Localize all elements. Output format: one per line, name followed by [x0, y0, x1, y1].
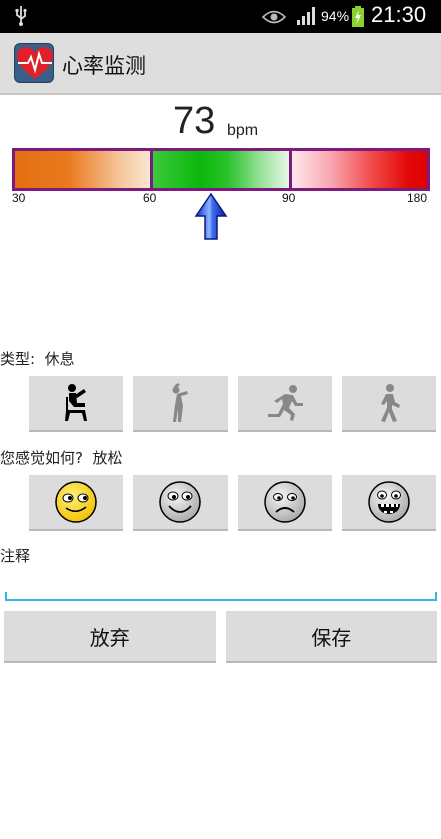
- note-label: 注释: [0, 547, 31, 565]
- battery-percent: 94%: [321, 8, 350, 24]
- feeling-sad-button[interactable]: [237, 475, 332, 531]
- happy-face-icon: [159, 481, 202, 523]
- sitting-person-icon: [65, 384, 88, 421]
- heart-rate-unit: bpm: [227, 122, 259, 139]
- activity-label: 类型: 休息: [0, 348, 75, 369]
- gauge-zone-high: [291, 151, 427, 188]
- activity-run-button[interactable]: [237, 376, 332, 432]
- stretching-person-icon: [172, 383, 189, 422]
- excited-face-icon: [368, 481, 410, 523]
- feeling-prompt: 您感觉如何?: [0, 449, 83, 467]
- gauge-tick-30: 30: [12, 191, 26, 205]
- save-button[interactable]: 保存: [225, 611, 437, 663]
- heart-app-icon: [14, 43, 54, 83]
- feeling-excited-button[interactable]: [341, 475, 436, 531]
- feeling-buttons: [29, 475, 436, 531]
- gauge-tick-180: 180: [407, 191, 428, 205]
- status-bar: 94% 21:30: [0, 0, 441, 33]
- clock: 21:30: [371, 2, 427, 27]
- feeling-selected: 放松: [92, 449, 123, 467]
- gauge-tick-90: 90: [282, 191, 296, 205]
- feeling-happy-button[interactable]: [133, 475, 228, 531]
- battery-icon: [351, 6, 365, 32]
- gauge-tick-60: 60: [143, 191, 157, 205]
- action-buttons: 放弃 保存: [4, 611, 437, 663]
- heart-rate-value: 73: [173, 100, 216, 142]
- activity-prompt: 类型:: [0, 350, 36, 368]
- gauge-zone-normal: [153, 151, 289, 188]
- discard-button[interactable]: 放弃: [4, 611, 216, 663]
- eye-icon: [261, 9, 287, 29]
- running-person-icon: [267, 385, 303, 421]
- signal-icon: [296, 6, 318, 30]
- feeling-relaxed-button[interactable]: [29, 475, 124, 531]
- activity-selected: 休息: [44, 350, 75, 368]
- walking-person-icon: [380, 384, 400, 422]
- heart-rate-gauge: [12, 148, 430, 191]
- activity-buttons: [29, 376, 436, 432]
- note-input[interactable]: [5, 592, 437, 601]
- heart-rate-pointer-icon: [194, 192, 228, 246]
- action-bar: 心率监测: [0, 33, 441, 95]
- sad-face-icon: [263, 481, 306, 523]
- activity-rest-button[interactable]: [29, 376, 124, 432]
- activity-walk-button[interactable]: [341, 376, 436, 432]
- feeling-label: 您感觉如何? 放松: [0, 447, 123, 468]
- activity-stretch-button[interactable]: [133, 376, 228, 432]
- gauge-zone-low: [15, 151, 151, 188]
- usb-icon: [14, 5, 28, 31]
- relaxed-face-icon: [55, 481, 97, 523]
- app-title: 心率监测: [62, 54, 146, 78]
